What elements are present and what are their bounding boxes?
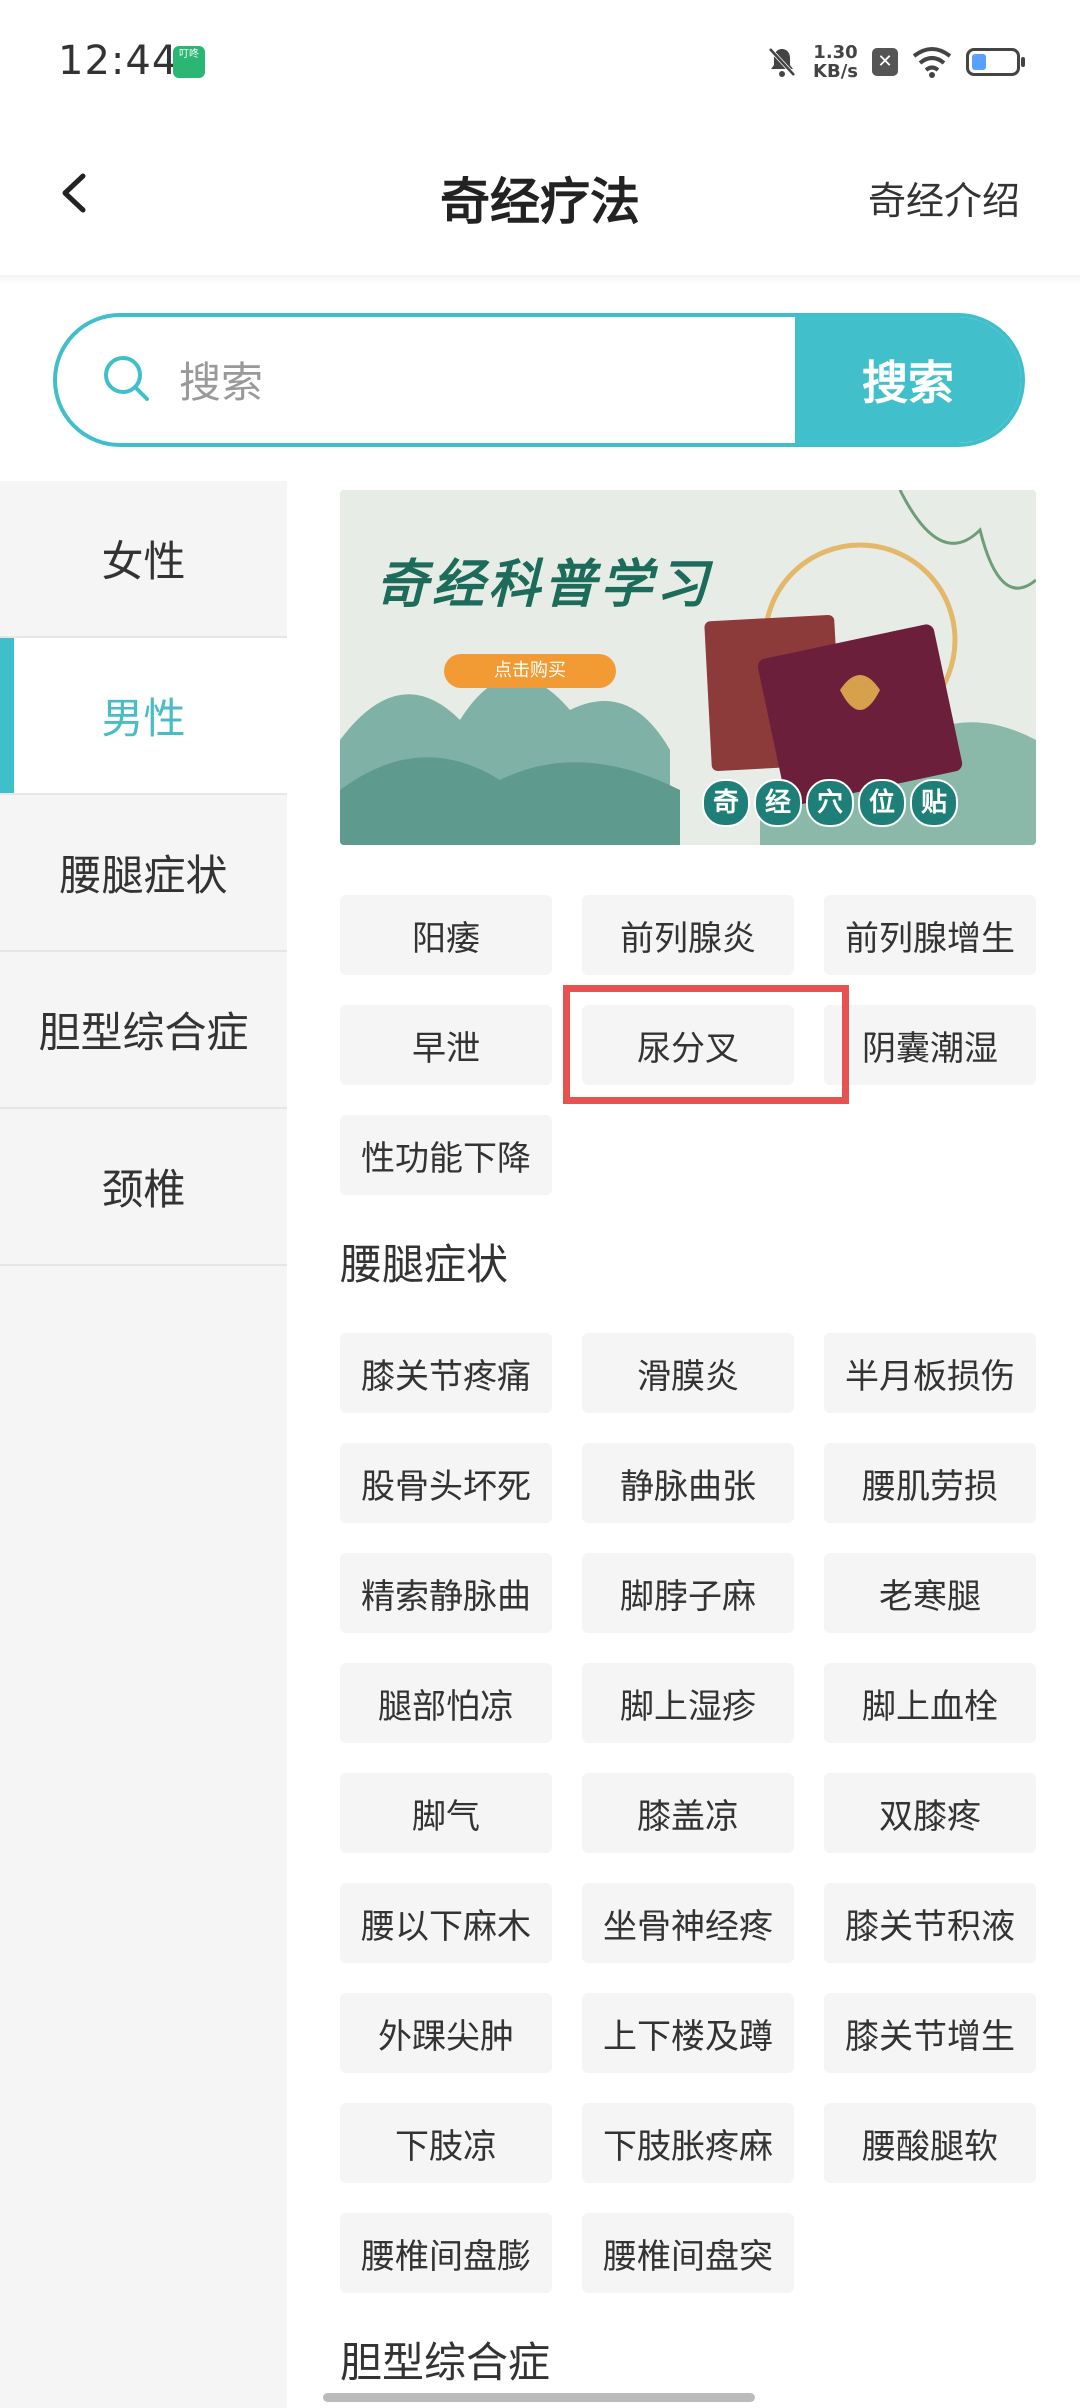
status-time: 12:44 xyxy=(58,38,179,84)
tag-item[interactable]: 下肢凉 xyxy=(340,2103,552,2183)
tag-item[interactable]: 前列腺炎 xyxy=(582,895,794,975)
tag-item[interactable]: 坐骨神经疼 xyxy=(582,1883,794,1963)
banner-product-label: 奇 经 穴 位 贴 xyxy=(702,779,958,827)
intro-link[interactable]: 奇经介绍 xyxy=(868,170,1020,225)
battery-icon xyxy=(966,48,1025,76)
tag-item[interactable]: 脚上血栓 xyxy=(824,1663,1036,1743)
tag-item[interactable]: 膝盖凉 xyxy=(582,1773,794,1853)
category-sidebar: 女性 男性 腰腿症状 胆型综合症 颈椎 xyxy=(0,481,287,2408)
tag-item[interactable]: 滑膜炎 xyxy=(582,1333,794,1413)
app-header: 奇经疗法 奇经介绍 xyxy=(0,120,1080,275)
tag-item[interactable]: 前列腺增生 xyxy=(824,895,1036,975)
no-sim-icon: ✕ xyxy=(872,48,898,76)
network-speed-unit: KB/s xyxy=(813,61,858,82)
mute-bell-icon xyxy=(768,47,796,77)
search-input[interactable] xyxy=(177,341,821,423)
header-divider xyxy=(0,275,1080,283)
network-speed: 1.30 KB/s xyxy=(813,43,858,81)
sidebar-item-female[interactable]: 女性 xyxy=(0,481,287,638)
tag-item[interactable]: 性功能下降 xyxy=(340,1115,552,1195)
tag-item[interactable]: 老寒腿 xyxy=(824,1553,1036,1633)
network-speed-value: 1.30 xyxy=(813,42,858,63)
promo-banner[interactable]: 奇经科普学习 点击购买 奇 经 穴 位 贴 xyxy=(340,490,1036,845)
tag-item[interactable]: 静脉曲张 xyxy=(582,1443,794,1523)
tag-item[interactable]: 腰肌劳损 xyxy=(824,1443,1036,1523)
search-icon xyxy=(104,356,149,401)
leg-symptom-tags: 膝关节疼痛 滑膜炎 半月板损伤 股骨头坏死 静脉曲张 腰肌劳损 精索静脉曲 脚脖… xyxy=(340,1333,1036,2293)
tag-item[interactable]: 双膝疼 xyxy=(824,1773,1036,1853)
banner-badge-char: 穴 xyxy=(806,779,854,827)
banner-badge-char: 经 xyxy=(754,779,802,827)
sidebar-item-cervical-spine[interactable]: 颈椎 xyxy=(0,1109,287,1266)
status-icons: 1.30 KB/s ✕ xyxy=(765,40,1025,84)
banner-title: 奇经科普学习 xyxy=(376,554,713,615)
main-content: 奇经科普学习 点击购买 奇 经 穴 位 贴 阳痿 前列腺炎 前列腺增生 早泄 尿… xyxy=(340,490,1036,2391)
tag-item[interactable]: 膝关节积液 xyxy=(824,1883,1036,1963)
section-title-leg-symptoms: 腰腿症状 xyxy=(340,1240,509,1289)
banner-buy-button[interactable]: 点击购买 xyxy=(444,654,616,688)
sidebar-item-leg-symptoms[interactable]: 腰腿症状 xyxy=(0,795,287,952)
tag-item[interactable]: 精索静脉曲 xyxy=(340,1553,552,1633)
tag-item[interactable]: 脚上湿疹 xyxy=(582,1663,794,1743)
tag-item[interactable]: 阴囊潮湿 xyxy=(824,1005,1036,1085)
tag-item[interactable]: 阳痿 xyxy=(340,895,552,975)
tag-item[interactable]: 早泄 xyxy=(340,1005,552,1085)
tag-item[interactable]: 膝关节增生 xyxy=(824,1993,1036,2073)
tag-item[interactable]: 腰酸腿软 xyxy=(824,2103,1036,2183)
banner-badge-char: 奇 xyxy=(702,779,750,827)
status-bar: 12:44 叮咚 1.30 KB/s ✕ xyxy=(0,0,1080,120)
tag-item[interactable]: 股骨头坏死 xyxy=(340,1443,552,1523)
tag-item[interactable]: 上下楼及蹲 xyxy=(582,1993,794,2073)
tag-item[interactable]: 脚气 xyxy=(340,1773,552,1853)
search-bar: 搜索 xyxy=(53,313,1025,447)
home-indicator[interactable] xyxy=(323,2393,755,2402)
section-title-gallbladder-syndrome: 胆型综合症 xyxy=(340,2338,551,2387)
tag-item[interactable]: 腰椎间盘突 xyxy=(582,2213,794,2293)
tag-item[interactable]: 腿部怕凉 xyxy=(340,1663,552,1743)
wifi-icon xyxy=(912,47,952,78)
tag-item[interactable]: 腰椎间盘膨 xyxy=(340,2213,552,2293)
tag-item[interactable]: 外踝尖肿 xyxy=(340,1993,552,2073)
highlight-box xyxy=(563,985,849,1104)
tag-item[interactable]: 脚脖子麻 xyxy=(582,1553,794,1633)
tag-item[interactable]: 腰以下麻木 xyxy=(340,1883,552,1963)
sidebar-item-male[interactable]: 男性 xyxy=(0,638,287,795)
tag-item[interactable]: 膝关节疼痛 xyxy=(340,1333,552,1413)
tag-item[interactable]: 半月板损伤 xyxy=(824,1333,1036,1413)
search-button[interactable]: 搜索 xyxy=(795,317,1021,443)
tag-item[interactable]: 下肢胀疼麻 xyxy=(582,2103,794,2183)
banner-badge-char: 贴 xyxy=(910,779,958,827)
sidebar-item-gallbladder-syndrome[interactable]: 胆型综合症 xyxy=(0,952,287,1109)
banner-badge-char: 位 xyxy=(858,779,906,827)
app-notification-icon: 叮咚 xyxy=(173,46,205,78)
